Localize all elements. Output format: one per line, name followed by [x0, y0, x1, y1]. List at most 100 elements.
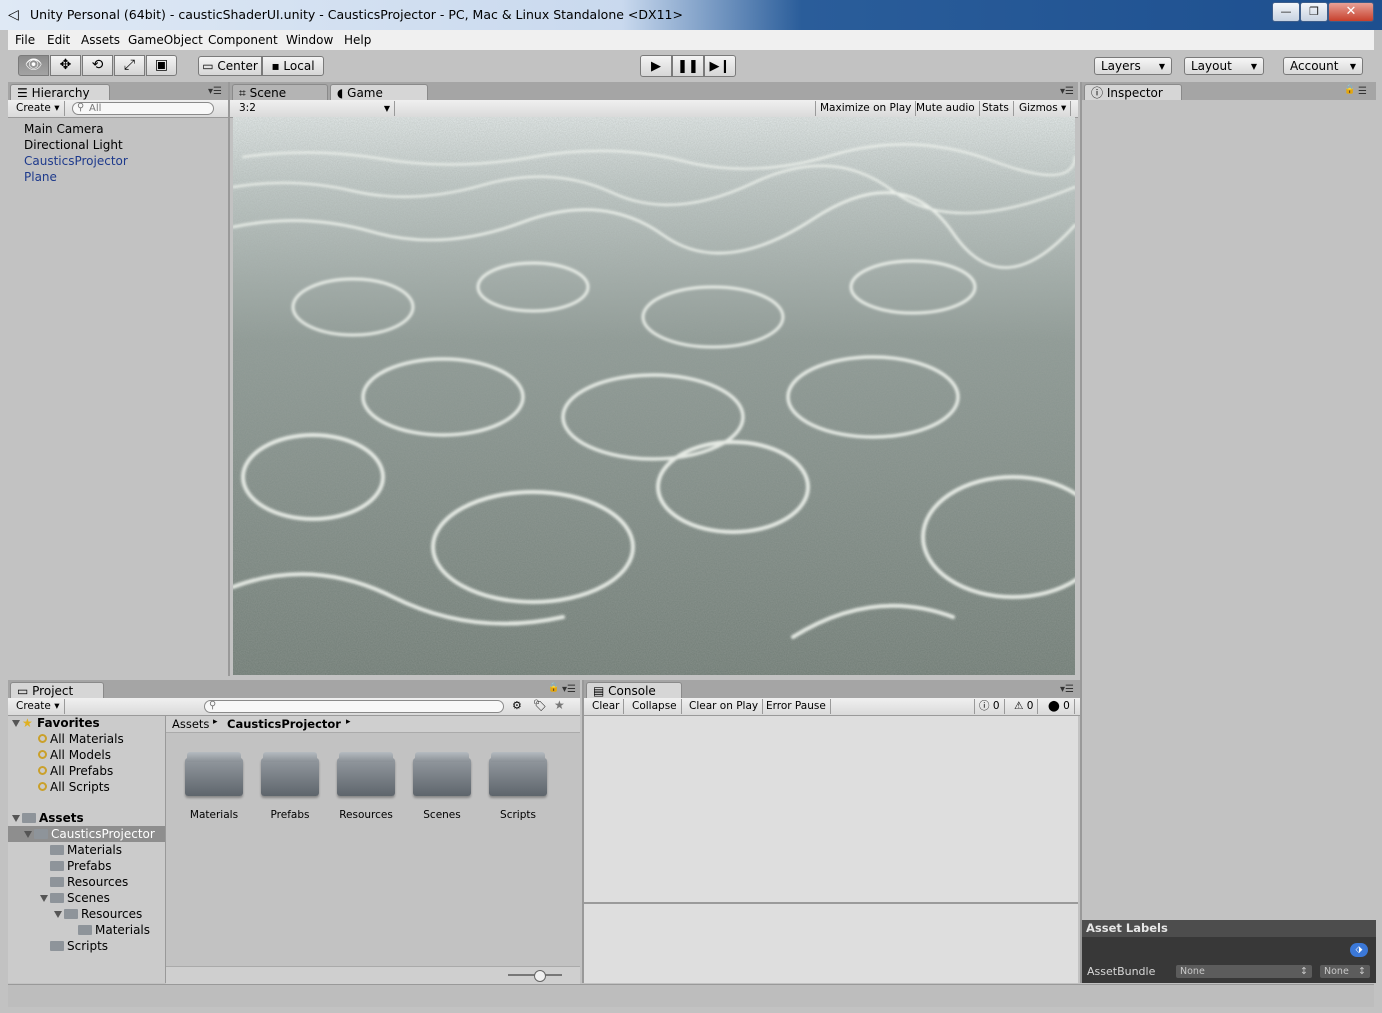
panel-menu-icon[interactable]: ▾☰: [1060, 684, 1074, 695]
assetbundle-label: AssetBundle: [1087, 965, 1156, 978]
stats-toggle[interactable]: Stats: [978, 101, 1014, 116]
mute-audio-toggle[interactable]: Mute audio: [912, 101, 980, 116]
tab-scene[interactable]: ⌗ Scene: [232, 84, 328, 100]
pivot-center-button[interactable]: ▭ Center: [198, 56, 262, 76]
menu-gameobject[interactable]: GameObject: [128, 33, 203, 47]
hierarchy-create-button[interactable]: Create ▾: [12, 101, 65, 116]
tree-label: Scripts: [67, 939, 109, 953]
move-tool-icon[interactable]: ✥: [50, 55, 81, 76]
tree-item-scenes-resources-materials[interactable]: Materials: [78, 923, 150, 937]
account-dropdown[interactable]: Account ▼: [1283, 57, 1363, 75]
tree-item-scenes[interactable]: Scenes: [40, 891, 110, 905]
console-warning-filter[interactable]: ⚠ 0: [1010, 699, 1039, 714]
scale-tool-icon[interactable]: ⤢: [114, 55, 145, 76]
space-label: Local: [283, 59, 315, 73]
favorite-star-icon[interactable]: ★: [554, 698, 565, 712]
project-create-button[interactable]: Create ▾: [12, 699, 65, 714]
hierarchy-item-plane[interactable]: Plane: [24, 170, 57, 184]
folder-scenes-icon[interactable]: [413, 750, 471, 798]
folder-scripts-icon[interactable]: [489, 750, 547, 798]
favorite-all-scripts[interactable]: All Scripts: [38, 780, 110, 794]
hierarchy-item-main-camera[interactable]: Main Camera: [24, 122, 104, 136]
panel-menu-icon[interactable]: ▾☰: [562, 684, 576, 695]
folder-materials-icon[interactable]: [185, 750, 243, 798]
tab-console[interactable]: ▤ Console: [586, 682, 682, 698]
lock-icon[interactable]: 🔒: [1344, 85, 1355, 95]
zoom-slider-handle[interactable]: [534, 970, 546, 982]
filter-label-icon[interactable]: 🏷: [533, 699, 547, 712]
menu-file[interactable]: File: [15, 33, 35, 47]
hierarchy-search-input[interactable]: ⚲ All: [72, 102, 214, 115]
assetbundle-dropdown[interactable]: None ↕: [1176, 965, 1312, 978]
folder-icon: [50, 844, 64, 855]
minimize-button[interactable]: —: [1272, 2, 1300, 22]
hierarchy-item-directional-light[interactable]: Directional Light: [24, 138, 123, 152]
tree-item-prefabs[interactable]: Prefabs: [50, 859, 112, 873]
layers-dropdown[interactable]: Layers ▼: [1094, 57, 1172, 75]
tree-item-materials[interactable]: Materials: [50, 843, 122, 857]
console-clear-on-play-toggle[interactable]: Clear on Play: [685, 699, 764, 714]
tab-inspector[interactable]: ⓘ Inspector: [1084, 84, 1182, 100]
console-info-filter[interactable]: ⓘ 0: [974, 699, 1005, 714]
folder-prefabs-label[interactable]: Prefabs: [250, 809, 330, 821]
panel-menu-icon[interactable]: ▾☰: [1060, 86, 1074, 97]
variant-dropdown[interactable]: None ↕: [1320, 965, 1370, 978]
local-cube-icon: ▪: [271, 59, 284, 73]
console-collapse-toggle[interactable]: Collapse: [628, 699, 682, 714]
folder-scripts-label[interactable]: Scripts: [478, 809, 558, 821]
breadcrumb-caustics-projector[interactable]: CausticsProjector: [227, 717, 341, 731]
pacman-icon: ◖: [337, 86, 348, 100]
tree-item-caustics-projector[interactable]: CausticsProjector: [24, 827, 155, 841]
gizmos-dropdown[interactable]: Gizmos ▾: [1015, 101, 1072, 116]
folder-icon: [50, 940, 64, 951]
pivot-local-button[interactable]: ▪ Local: [262, 56, 324, 76]
tree-item-resources[interactable]: Resources: [50, 875, 128, 889]
favorite-all-prefabs[interactable]: All Prefabs: [38, 764, 113, 778]
panel-menu-icon[interactable]: ▾☰: [208, 86, 222, 97]
folder-scenes-label[interactable]: Scenes: [402, 809, 482, 821]
maximize-on-play-toggle[interactable]: Maximize on Play: [815, 101, 917, 116]
menu-component[interactable]: Component: [208, 33, 278, 47]
console-log-list[interactable]: [584, 716, 1078, 902]
folder-prefabs-icon[interactable]: [261, 750, 319, 798]
tree-item-scenes-resources[interactable]: Resources: [54, 907, 142, 921]
aspect-dropdown[interactable]: 3:2 ▼: [235, 101, 395, 116]
favorite-all-materials[interactable]: All Materials: [38, 732, 124, 746]
project-search-input[interactable]: ⚲: [204, 700, 504, 713]
menu-window[interactable]: Window: [286, 33, 333, 47]
view-tool-icon[interactable]: 👁: [18, 55, 49, 76]
rotate-tool-icon[interactable]: ⟲: [82, 55, 113, 76]
menu-edit[interactable]: Edit: [47, 33, 70, 47]
filter-type-icon[interactable]: ⚙: [512, 699, 522, 712]
panel-menu-icon[interactable]: ☰: [1358, 86, 1367, 97]
console-error-filter[interactable]: ⬤ 0: [1044, 699, 1075, 714]
game-view[interactable]: [233, 117, 1075, 675]
console-clear-button[interactable]: Clear: [588, 699, 625, 714]
tab-hierarchy[interactable]: ☰ Hierarchy: [10, 84, 110, 100]
pause-button[interactable]: ❚❚: [672, 55, 704, 77]
folder-materials-label[interactable]: Materials: [174, 809, 254, 821]
hierarchy-item-caustics-projector[interactable]: CausticsProjector: [24, 154, 128, 168]
folder-resources-label[interactable]: Resources: [326, 809, 406, 821]
tag-icon[interactable]: ⬗: [1350, 943, 1368, 957]
console-tab-label: Console: [608, 684, 656, 698]
console-error-pause-toggle[interactable]: Error Pause: [762, 699, 831, 714]
tab-game[interactable]: ◖ Game: [330, 84, 428, 100]
favorite-all-models[interactable]: All Models: [38, 748, 111, 762]
tree-item-scripts[interactable]: Scripts: [50, 939, 108, 953]
breadcrumb-assets[interactable]: Assets: [172, 717, 209, 731]
menu-assets[interactable]: Assets: [81, 33, 120, 47]
step-button[interactable]: ▶❙: [704, 55, 736, 77]
layout-dropdown[interactable]: Layout ▼: [1184, 57, 1264, 75]
lock-icon[interactable]: 🔒: [548, 683, 559, 693]
play-button[interactable]: ▶: [640, 55, 672, 77]
assets-label: Assets: [39, 811, 84, 825]
rect-tool-icon[interactable]: ▣: [146, 55, 177, 76]
favorites-header[interactable]: ★ Favorites: [12, 716, 100, 730]
menu-help[interactable]: Help: [344, 33, 371, 47]
maximize-button[interactable]: ❐: [1300, 2, 1328, 22]
folder-resources-icon[interactable]: [337, 750, 395, 798]
assets-root[interactable]: Assets: [12, 811, 84, 825]
close-button[interactable]: ✕: [1328, 2, 1374, 22]
tab-project[interactable]: ▭ Project: [10, 682, 104, 698]
